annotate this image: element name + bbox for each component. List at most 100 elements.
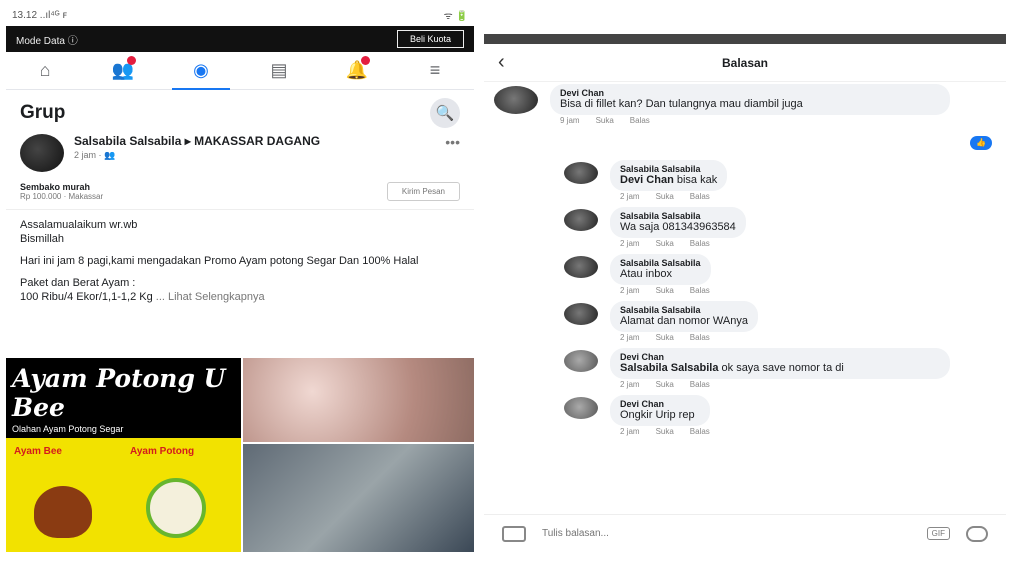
mention-tag[interactable]: Salsabila Salsabila bbox=[620, 362, 718, 374]
avatar[interactable] bbox=[564, 350, 598, 372]
avatar[interactable] bbox=[494, 86, 538, 114]
comment-time: 2 jam bbox=[620, 192, 640, 201]
sale-price: Rp 100.000 · Makassar bbox=[20, 192, 104, 201]
like-link[interactable]: Suka bbox=[596, 116, 614, 125]
comment-bubble: Salsabila Salsabila Wa saja 081343963584 bbox=[610, 207, 746, 238]
post-photo-collage[interactable]: Ayam Potong U Bee Olahan Ayam Potong Seg… bbox=[6, 358, 474, 552]
sale-title: Sembako murah bbox=[20, 182, 91, 192]
reply-link[interactable]: Balas bbox=[690, 192, 710, 201]
avatar[interactable] bbox=[564, 209, 598, 231]
like-link[interactable]: Suka bbox=[656, 286, 674, 295]
page-title: Grup bbox=[20, 102, 66, 123]
promo-banner: Ayam Potong U Bee Olahan Ayam Potong Seg… bbox=[6, 358, 241, 438]
banner-text: Ayam Potong U Bee bbox=[12, 364, 226, 422]
comment-text: Ongkir Urip rep bbox=[620, 409, 695, 421]
mention-tag[interactable]: Devi Chan bbox=[620, 174, 674, 186]
reply-link[interactable]: Balas bbox=[690, 333, 710, 342]
avatar[interactable] bbox=[564, 303, 598, 325]
comment-author[interactable]: Devi Chan bbox=[620, 399, 700, 409]
comment-author[interactable]: Salsabila Salsabila bbox=[620, 258, 701, 268]
reply-link[interactable]: Balas bbox=[690, 286, 710, 295]
reply-composer: GIF bbox=[484, 514, 1006, 552]
buy-quota-button[interactable]: Beli Kuota bbox=[396, 30, 464, 48]
comment-meta: 9 jam Suka Balas bbox=[560, 116, 950, 125]
search-icon[interactable]: 🔍 bbox=[430, 98, 460, 128]
promo-flyer: Ayam Bee Ayam Potong bbox=[6, 438, 241, 552]
page-title: Balasan bbox=[721, 55, 769, 70]
marketplace-icon[interactable]: ▤ bbox=[264, 56, 294, 86]
comment-bubble: Salsabila Salsabila Devi Chan bisa kak bbox=[610, 160, 728, 191]
emoji-icon[interactable] bbox=[966, 525, 988, 542]
status-icons: ᯤ 🔋 bbox=[443, 11, 468, 22]
home-icon[interactable]: ⌂ bbox=[30, 56, 60, 86]
like-link[interactable]: Suka bbox=[656, 380, 674, 389]
send-message-button[interactable]: Kirim Pesan bbox=[386, 182, 460, 201]
status-time: 13.12 ..ıl⁴ᴳ ꜰ bbox=[12, 9, 68, 21]
comment-bubble: Devi Chan Salsabila Salsabila ok saya sa… bbox=[610, 348, 950, 379]
post-header: Salsabila Salsabila ▸ MAKASSAR DAGANG 2 … bbox=[6, 130, 474, 176]
friends-icon[interactable]: 👥 bbox=[108, 55, 138, 86]
comment-time: 2 jam bbox=[620, 333, 640, 342]
see-more-link[interactable]: ... Lihat Selengkapnya bbox=[156, 291, 265, 303]
shop-photo bbox=[243, 444, 474, 552]
comment-text: Alamat dan nomor WAnya bbox=[620, 315, 748, 327]
comment-author[interactable]: Salsabila Salsabila bbox=[620, 164, 717, 174]
data-mode-bar: Mode Data ⓘ Beli Kuota bbox=[6, 26, 474, 52]
comment-text: Wa saja 081343963584 bbox=[620, 221, 736, 233]
notification-badge bbox=[127, 55, 136, 65]
comment-text: Salsabila Salsabila ok saya save nomor t… bbox=[620, 362, 940, 375]
reply-comment: Salsabila Salsabila Alamat dan nomor WAn… bbox=[564, 301, 1006, 342]
comment-text-body: bisa kak bbox=[676, 174, 718, 186]
comment-bubble: Devi Chan Ongkir Urip rep bbox=[610, 395, 710, 426]
post-time: 2 jam · 👥 bbox=[74, 150, 116, 160]
reply-link[interactable]: Balas bbox=[690, 427, 710, 436]
menu-icon[interactable]: ≡ bbox=[420, 56, 450, 86]
reply-link[interactable]: Balas bbox=[630, 116, 650, 125]
post-paragraph: Paket dan Berat Ayam : 100 Ribu/4 Ekor/1… bbox=[6, 276, 474, 304]
group-header: Grup 🔍 bbox=[6, 90, 474, 130]
post-author[interactable]: Salsabila Salsabila ▸ MAKASSAR DAGANG bbox=[74, 134, 374, 148]
notification-badge bbox=[361, 55, 370, 65]
chicken-image bbox=[34, 486, 92, 538]
flyer-label: Ayam Potong bbox=[130, 446, 195, 457]
reply-input[interactable] bbox=[542, 528, 911, 539]
like-link[interactable]: Suka bbox=[656, 192, 674, 201]
avatar[interactable] bbox=[564, 397, 598, 419]
comment-time: 2 jam bbox=[620, 239, 640, 248]
comment-bubble: Salsabila Salsabila Alamat dan nomor WAn… bbox=[610, 301, 758, 332]
reply-link[interactable]: Balas bbox=[690, 380, 710, 389]
avatar[interactable] bbox=[564, 256, 598, 278]
comment-author[interactable]: Devi Chan bbox=[620, 352, 940, 362]
avatar[interactable] bbox=[20, 134, 64, 172]
comment-author[interactable]: Salsabila Salsabila bbox=[620, 305, 748, 315]
data-mode-label: Mode Data ⓘ bbox=[16, 35, 78, 47]
groups-icon[interactable]: ◉ bbox=[172, 56, 230, 90]
bell-icon[interactable]: 🔔 bbox=[342, 55, 372, 86]
reply-comment: Salsabila Salsabila Wa saja 081343963584… bbox=[564, 207, 1006, 248]
comment-author[interactable]: Salsabila Salsabila bbox=[620, 211, 736, 221]
replies-screen: ‹ Balasan Devi Chan Bisa di fillet kan? … bbox=[484, 34, 1006, 552]
like-link[interactable]: Suka bbox=[656, 333, 674, 342]
more-options-icon[interactable]: ••• bbox=[445, 134, 460, 150]
like-reaction-icon: 👍 bbox=[970, 136, 992, 150]
comment-text: Atau inbox bbox=[620, 268, 672, 280]
comment-meta: 2 jam Suka Balas bbox=[620, 239, 746, 248]
comment-author[interactable]: Devi Chan bbox=[560, 88, 940, 98]
comment-meta: 2 jam Suka Balas bbox=[620, 333, 758, 342]
comment-time: 2 jam bbox=[620, 427, 640, 436]
reply-list: Salsabila Salsabila Devi Chan bisa kak 2… bbox=[564, 160, 1006, 442]
top-navigation: ⌂ 👥 ◉ ▤ 🔔 ≡ bbox=[6, 52, 474, 90]
status-bar: 13.12 ..ıl⁴ᴳ ꜰ ᯤ 🔋 bbox=[6, 4, 474, 26]
avatar[interactable] bbox=[564, 162, 598, 184]
gif-icon[interactable]: GIF bbox=[926, 527, 950, 540]
reply-link[interactable]: Balas bbox=[690, 239, 710, 248]
comment-meta: 2 jam Suka Balas bbox=[620, 286, 711, 295]
like-link[interactable]: Suka bbox=[656, 427, 674, 436]
sale-info: Sembako murah Rp 100.000 · Makassar Kiri… bbox=[6, 176, 474, 210]
comment-meta: 2 jam Suka Balas bbox=[620, 380, 950, 389]
post-paragraph: Assalamualaikum wr.wb Bismillah bbox=[20, 219, 138, 245]
camera-icon[interactable] bbox=[502, 525, 526, 542]
like-link[interactable]: Suka bbox=[656, 239, 674, 248]
comment-text: Devi Chan bisa kak bbox=[620, 174, 717, 187]
banner-subtitle: Olahan Ayam Potong Segar bbox=[12, 424, 124, 434]
